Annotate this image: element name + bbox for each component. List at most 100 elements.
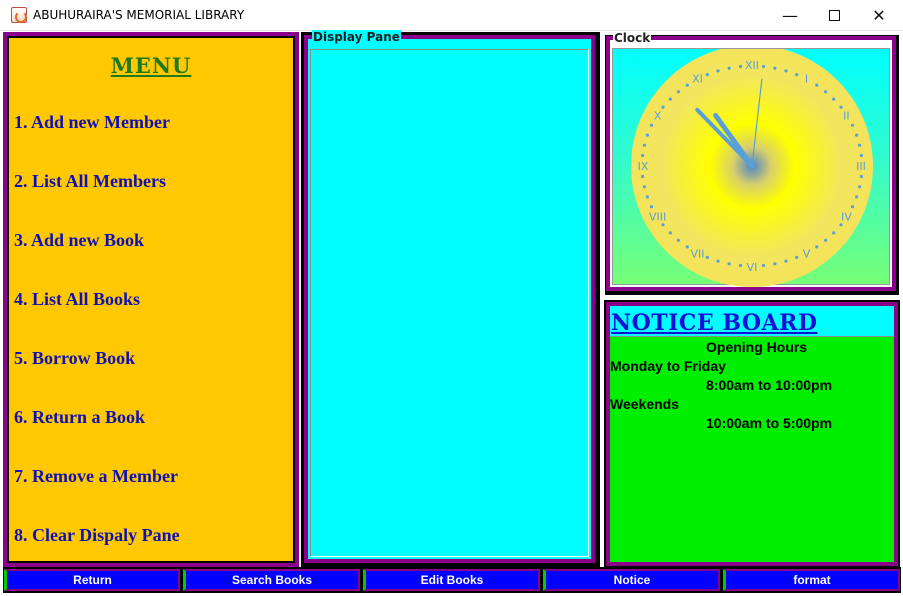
clock-tick-dot: [661, 105, 665, 109]
clock-panel: Clock XII I II III IV V VI VII VIII IX X XI: [606, 31, 896, 291]
clock-tick-dot: [738, 64, 743, 69]
display-pane-frame: Display Pane: [301, 30, 600, 567]
clock-tick-dot: [839, 223, 843, 227]
clock-tick-dot: [773, 66, 777, 70]
display-pane: Display Pane: [304, 30, 595, 563]
clock-tick-dot: [858, 143, 862, 147]
clock-tick-dot: [795, 255, 799, 259]
clock-tick-dot: [784, 69, 788, 73]
clock-numeral: IV: [841, 211, 852, 224]
notice-board-body: Opening Hours Monday to Friday 8:00am to…: [610, 336, 894, 562]
bottom-button-bar: Return Search Books Edit Books Notice fo…: [3, 567, 901, 593]
clock-face-area: XII I II III IV V VI VII VIII IX X XI: [612, 45, 890, 287]
clock-tick-dot: [761, 263, 766, 268]
clock-tick-dot: [795, 73, 799, 77]
title-bar: ABUHURAIRA'S MEMORIAL LIBRARY — ✕: [0, 0, 903, 31]
clock-tick-dot: [832, 97, 836, 101]
menu-item-list-members[interactable]: 2. List All Members: [14, 171, 166, 192]
display-pane-label: Display Pane: [312, 30, 401, 44]
clock-tick-dot: [685, 83, 689, 87]
clock-tick-dot: [641, 174, 645, 179]
notice-weekday-label: Monday to Friday: [610, 358, 726, 374]
clock-tick-dot: [668, 231, 672, 235]
clock-tick-dot: [685, 245, 689, 249]
clock-tick-dot: [850, 205, 855, 209]
menu-item-add-member[interactable]: 1. Add new Member: [14, 112, 170, 133]
return-button[interactable]: Return: [4, 569, 180, 591]
clock-tick-dot: [784, 259, 788, 263]
clock-tick-dot: [832, 231, 836, 235]
edit-books-button[interactable]: Edit Books: [363, 569, 540, 591]
menu-item-list-books[interactable]: 4. List All Books: [14, 289, 140, 310]
clock-tick-dot: [705, 73, 709, 77]
clock-tick-dot: [855, 133, 859, 137]
maximize-button[interactable]: [811, 0, 857, 31]
notice-weekday-hours: 8:00am to 10:00pm: [706, 377, 833, 393]
notice-board: NOTICE BOARD Opening Hours Monday to Fri…: [606, 302, 898, 566]
clock-face: XIIIIIIIIIVVVIVIIVIIIIXXXI: [631, 45, 873, 287]
clock-tick-dot: [642, 143, 646, 147]
clock-numeral: V: [803, 248, 811, 261]
clock-tick-dot: [716, 69, 720, 73]
notice-weekend-label: Weekends: [610, 396, 679, 412]
clock-tick-dot: [716, 259, 720, 263]
clock-numeral: II: [843, 110, 850, 123]
clock-tick-dot: [642, 185, 646, 189]
clock-numeral: X: [654, 110, 662, 123]
clock-tick-dot: [824, 90, 828, 94]
clock-tick-dot: [839, 105, 843, 109]
menu-title: MENU: [110, 53, 192, 78]
clock-tick-dot: [645, 133, 649, 137]
clock-tick-dot: [859, 174, 863, 179]
menu-panel: MENU 1. Add new Member 2. List All Membe…: [3, 32, 299, 567]
window-title: ABUHURAIRA'S MEMORIAL LIBRARY: [33, 8, 245, 22]
maximize-icon: [828, 10, 840, 21]
clock-tick-dot: [773, 262, 777, 266]
clock-tick-dot: [645, 195, 649, 199]
clock-numeral: VIII: [649, 211, 666, 224]
clock-label: Clock: [613, 31, 652, 45]
clock-tick-dot: [815, 245, 819, 249]
clock-numeral: VII: [690, 248, 704, 261]
search-books-button[interactable]: Search Books: [183, 569, 360, 591]
close-button[interactable]: ✕: [856, 0, 902, 31]
clock-tick-dot: [676, 238, 680, 242]
menu-item-clear-display[interactable]: 8. Clear Dispaly Pane: [14, 525, 180, 546]
clock-numeral: XII: [745, 59, 759, 72]
clock-tick-dot: [705, 255, 709, 259]
display-text-area[interactable]: [310, 49, 589, 557]
clock-tick-dot: [859, 153, 863, 158]
notice-weekend-hours: 10:00am to 5:00pm: [706, 415, 833, 431]
notice-board-title: NOTICE BOARD: [611, 310, 818, 336]
clock-numeral: I: [805, 73, 808, 86]
clock-numeral: VI: [747, 261, 758, 274]
clock-tick-dot: [727, 66, 731, 70]
java-app-icon: [11, 7, 27, 23]
clock-numeral: III: [856, 160, 866, 173]
clock-numeral: XI: [692, 73, 703, 86]
clock-tick-dot: [815, 83, 819, 87]
clock-frame: Clock XII I II III IV V VI VII VIII IX X XI: [605, 31, 899, 295]
clock-tick-dot: [649, 123, 654, 127]
clock-tick-dot: [824, 238, 828, 242]
clock-tick-dot: [649, 205, 654, 209]
clock-tick-dot: [676, 90, 680, 94]
clock-tick-dot: [850, 123, 855, 127]
notice-button[interactable]: Notice: [543, 569, 720, 591]
clock-tick-dot: [858, 185, 862, 189]
menu-item-add-book[interactable]: 3. Add new Book: [14, 230, 144, 251]
clock-tick-dot: [661, 223, 665, 227]
clock-tick-dot: [641, 153, 645, 158]
clock-tick-dot: [668, 97, 672, 101]
clock-numeral: IX: [638, 160, 649, 173]
notice-heading: Opening Hours: [706, 339, 808, 355]
format-button[interactable]: format: [723, 569, 900, 591]
clock-tick-dot: [855, 195, 859, 199]
clock-tick-dot: [727, 262, 731, 266]
menu-item-return-book[interactable]: 6. Return a Book: [14, 407, 145, 428]
minimize-button[interactable]: —: [767, 0, 813, 31]
menu-item-remove-member[interactable]: 7. Remove a Member: [14, 466, 178, 487]
menu-panel-inner: MENU 1. Add new Member 2. List All Membe…: [7, 36, 295, 563]
clock-tick-dot: [761, 64, 766, 69]
menu-item-borrow-book[interactable]: 5. Borrow Book: [14, 348, 135, 369]
